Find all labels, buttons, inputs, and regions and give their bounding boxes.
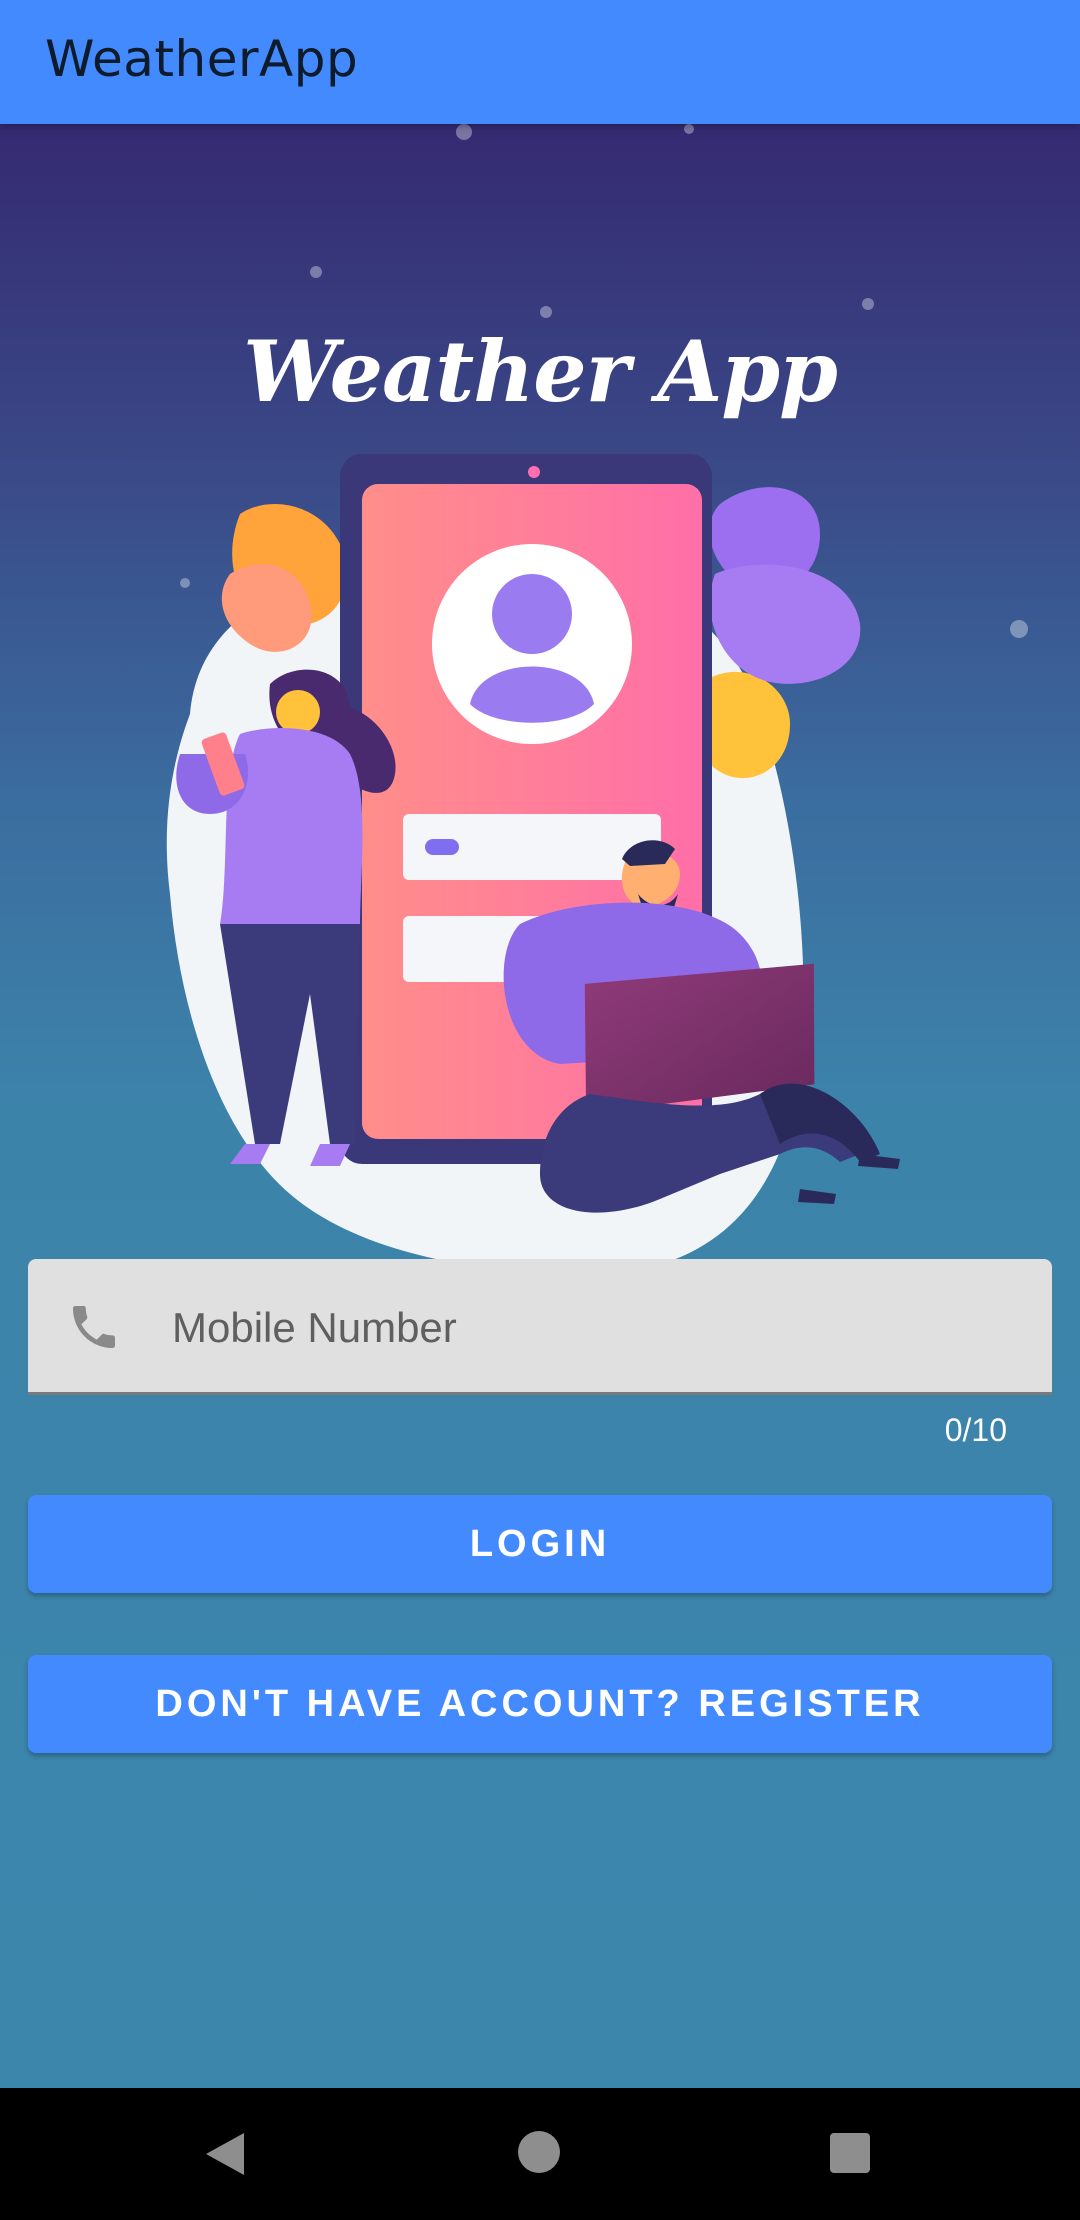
star-dot <box>862 298 874 310</box>
back-triangle-icon[interactable] <box>204 2131 246 2177</box>
mobile-number-field[interactable] <box>28 1259 1052 1395</box>
mobile-number-input[interactable] <box>170 1289 1014 1367</box>
star-dot <box>1010 620 1028 638</box>
star-dot <box>456 124 472 140</box>
star-dot <box>310 266 322 278</box>
system-navigation-bar <box>0 2088 1080 2220</box>
character-counter: 0/10 <box>944 1412 1007 1448</box>
phone-icon <box>73 1306 115 1348</box>
app-bar-title: WeatherApp <box>45 30 359 88</box>
recents-square-icon[interactable] <box>830 2133 870 2173</box>
star-dot <box>540 306 552 318</box>
login-illustration <box>166 454 900 1274</box>
login-screen: Weather App Mobile Number 0/10 LOGIN DON… <box>0 124 1080 2088</box>
login-button[interactable]: LOGIN <box>28 1495 1052 1593</box>
app-bar: WeatherApp <box>0 0 1080 124</box>
register-button[interactable]: DON'T HAVE ACCOUNT? REGISTER <box>28 1655 1052 1753</box>
star-dot <box>684 124 694 134</box>
hero-title: Weather App <box>243 322 838 421</box>
home-circle-icon[interactable] <box>518 2131 560 2173</box>
